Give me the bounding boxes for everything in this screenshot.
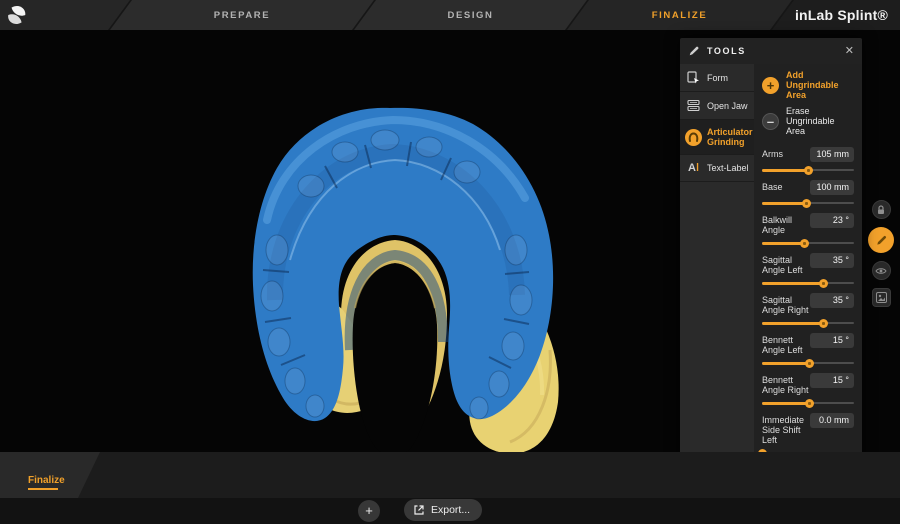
erase-area-label: Erase Ungrindable Area (786, 106, 854, 136)
slider-track[interactable] (762, 199, 854, 208)
tools-panel: TOOLS ✕ Form Open Jaw (680, 38, 862, 465)
add-ungrindable-area-button[interactable]: + Add Ungrindable Area (762, 70, 854, 100)
tool-item-label: Text-Label (707, 163, 749, 173)
slider-label: Immediate Side Shift Left (762, 413, 810, 445)
tools-pencil-icon (688, 45, 700, 57)
add-step-button[interactable]: + (358, 500, 380, 522)
tool-item-label: Form (707, 73, 728, 83)
slider-row-sagittal-angle-right: Sagittal Angle Right 35 ° (762, 293, 854, 328)
tool-item-label: Open Jaw (707, 101, 748, 111)
snapshot-icon[interactable] (872, 288, 891, 307)
app-title-segment: inLab Splint® (772, 0, 900, 30)
slider-handle[interactable] (800, 239, 809, 248)
tab-prepare-label: PREPARE (214, 10, 270, 21)
slider-value-box[interactable]: 0.0 mm (810, 413, 854, 428)
inlab-splint-app: PREPARE DESIGN FINALIZE inLab Splint® (0, 0, 900, 524)
tool-item-form[interactable]: Form (680, 64, 754, 92)
slider-handle[interactable] (805, 359, 814, 368)
text-label-icon: Aǀ (685, 162, 702, 174)
step-tab-underline (28, 488, 58, 490)
slider-handle[interactable] (819, 319, 828, 328)
slider-label: Bennett Angle Right (762, 373, 810, 395)
step-tab-label: Finalize (28, 475, 65, 486)
export-icon (413, 504, 425, 516)
slider-label: Sagittal Angle Left (762, 253, 810, 275)
slider-value-box[interactable]: 105 mm (810, 147, 854, 162)
export-label: Export... (431, 504, 470, 516)
slider-track[interactable] (762, 279, 854, 288)
slider-label: Balkwill Angle (762, 213, 810, 235)
sirona-logo-icon (6, 4, 28, 26)
minus-circle-icon: – (762, 113, 779, 130)
slider-track[interactable] (762, 239, 854, 248)
slider-value-box[interactable]: 15 ° (810, 373, 854, 388)
view-side-toolbar (868, 200, 894, 307)
tab-prepare[interactable]: PREPARE (110, 0, 374, 30)
tool-category-list: Form Open Jaw Articulator Grinding Aǀ (680, 64, 754, 465)
tab-finalize[interactable]: FINALIZE (567, 0, 792, 30)
tab-design[interactable]: DESIGN (354, 0, 587, 30)
slider-track[interactable] (762, 166, 854, 175)
tools-panel-header[interactable]: TOOLS ✕ (680, 38, 862, 64)
open-jaw-icon (685, 99, 702, 112)
close-icon[interactable]: ✕ (845, 46, 854, 57)
tab-design-label: DESIGN (447, 10, 493, 21)
slider-handle[interactable] (804, 166, 813, 175)
slider-track[interactable] (762, 319, 854, 328)
top-nav-bar: PREPARE DESIGN FINALIZE inLab Splint® (0, 0, 900, 30)
slider-row-base: Base 100 mm (762, 180, 854, 208)
slider-label: Sagittal Angle Right (762, 293, 810, 315)
slider-row-balkwill-angle: Balkwill Angle 23 ° (762, 213, 854, 248)
bottom-step-bar: Finalize (0, 452, 900, 498)
slider-label: Arms (762, 147, 783, 159)
articulator-icon (685, 129, 702, 146)
erase-ungrindable-area-button[interactable]: – Erase Ungrindable Area (762, 106, 854, 136)
tool-item-label: Articulator Grinding (707, 127, 753, 147)
tab-finalize-label: FINALIZE (652, 10, 708, 21)
add-area-label: Add Ungrindable Area (786, 70, 854, 100)
tools-panel-title: TOOLS (707, 46, 845, 56)
slider-row-arms: Arms 105 mm (762, 147, 854, 175)
articulator-grinding-options: + Add Ungrindable Area – Erase Ungrindab… (754, 64, 862, 465)
slider-track[interactable] (762, 359, 854, 368)
slider-value-box[interactable]: 23 ° (810, 213, 854, 228)
slider-handle[interactable] (819, 279, 828, 288)
slider-row-bennett-angle-left: Bennett Angle Left 15 ° (762, 333, 854, 368)
slider-label: Bennett Angle Left (762, 333, 810, 355)
app-logo-segment (0, 0, 130, 30)
pencil-icon[interactable] (868, 227, 894, 253)
form-cursor-icon (685, 71, 702, 84)
slider-track[interactable] (762, 399, 854, 408)
eye-icon[interactable] (872, 261, 891, 280)
slider-label: Base (762, 180, 783, 192)
slider-value-box[interactable]: 35 ° (810, 253, 854, 268)
slider-handle[interactable] (805, 399, 814, 408)
tool-item-text-label[interactable]: Aǀ Text-Label (680, 155, 754, 182)
slider-value-box[interactable]: 100 mm (810, 180, 854, 195)
export-button[interactable]: Export... (404, 499, 482, 521)
slider-value-box[interactable]: 15 ° (810, 333, 854, 348)
plus-circle-icon: + (762, 77, 779, 94)
slider-row-bennett-angle-right: Bennett Angle Right 15 ° (762, 373, 854, 408)
slider-value-box[interactable]: 35 ° (810, 293, 854, 308)
splint-jaw-model[interactable] (215, 100, 585, 485)
slider-handle[interactable] (802, 199, 811, 208)
lock-icon[interactable] (872, 200, 891, 219)
tool-item-articulator-grinding[interactable]: Articulator Grinding (680, 120, 754, 155)
slider-row-sagittal-angle-left: Sagittal Angle Left 35 ° (762, 253, 854, 288)
tool-item-open-jaw[interactable]: Open Jaw (680, 92, 754, 120)
app-title: inLab Splint® (795, 7, 888, 23)
